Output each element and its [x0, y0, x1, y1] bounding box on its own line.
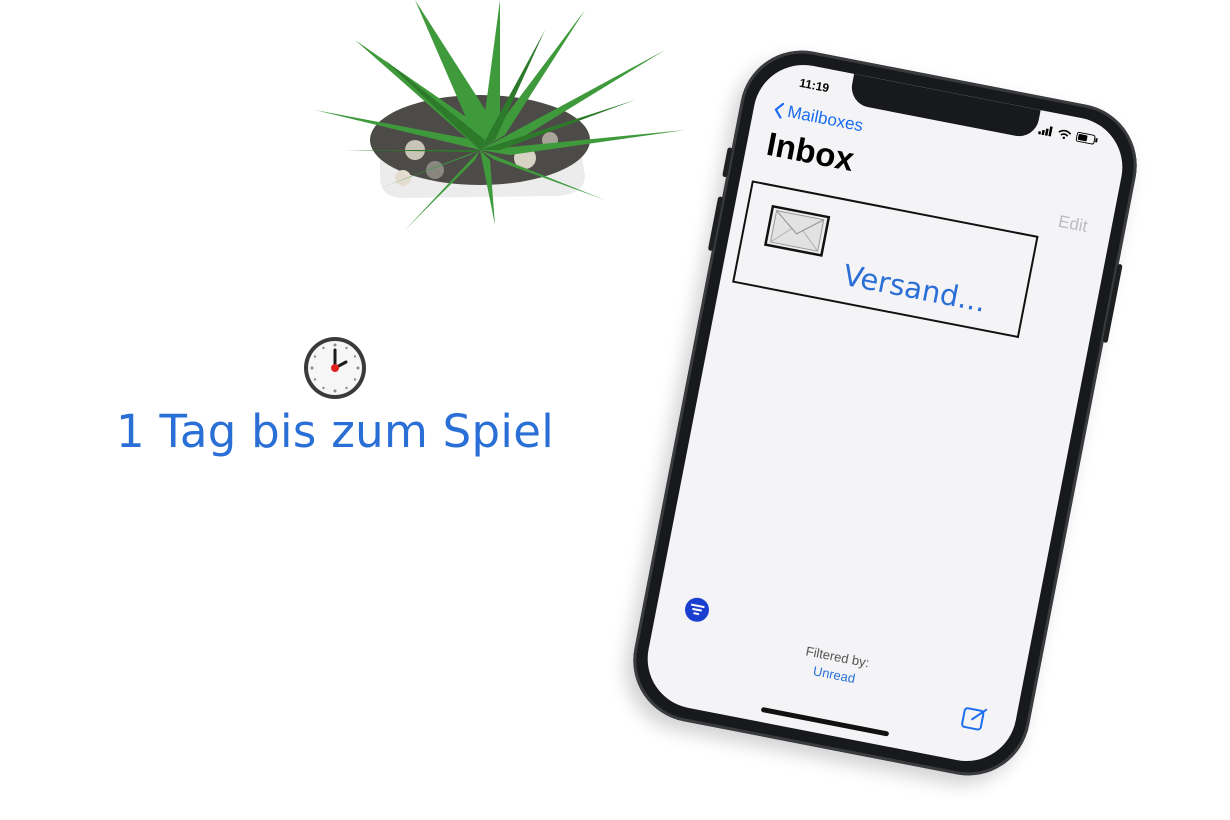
phone-screen: 11:19 Mailboxes Inbox Edit Versand... Fi…	[639, 56, 1131, 770]
status-time: 11:19	[798, 75, 831, 96]
list-item[interactable]: Versand...	[732, 180, 1039, 339]
signal-icon	[1038, 126, 1053, 137]
mail-sender: Versand...	[840, 257, 989, 319]
countdown-text: 1 Tag bis zum Spiel	[115, 405, 555, 458]
clock-icon	[304, 337, 366, 399]
chevron-left-icon	[774, 102, 785, 119]
wifi-icon	[1058, 129, 1072, 140]
countdown-block: 1 Tag bis zum Spiel	[95, 335, 575, 458]
compose-icon[interactable]	[959, 702, 989, 732]
status-icons	[1038, 124, 1099, 145]
edit-button[interactable]: Edit	[1057, 212, 1089, 237]
envelope-icon	[763, 204, 831, 257]
potted-plant-decoration	[285, 0, 705, 230]
battery-icon	[1075, 131, 1098, 145]
